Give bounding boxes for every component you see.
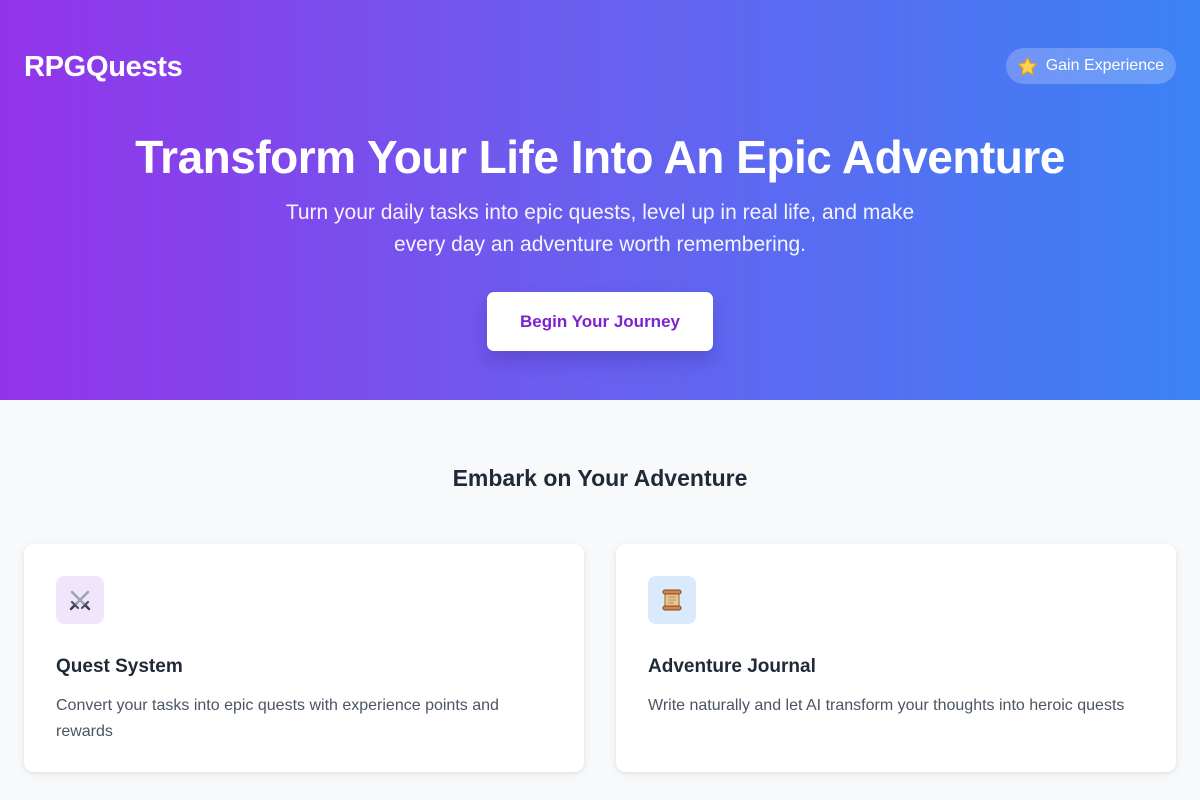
- gain-experience-button[interactable]: Gain Experience: [1005, 48, 1176, 84]
- hero-title: Transform Your Life Into An Epic Adventu…: [135, 131, 1065, 183]
- begin-journey-button[interactable]: Begin Your Journey: [487, 292, 713, 351]
- brand-logo[interactable]: RPGQuests: [24, 49, 183, 85]
- begin-journey-label: Begin Your Journey: [520, 311, 680, 331]
- gain-experience-label: Gain Experience: [1045, 57, 1164, 74]
- scroll-icon: [648, 576, 696, 624]
- star-icon: [1017, 56, 1038, 77]
- feature-card-title: Adventure Journal: [648, 656, 816, 677]
- feature-card-description: Convert your tasks into epic quests with…: [56, 697, 499, 740]
- feature-card-quest-system: Quest System Convert your tasks into epi…: [24, 544, 584, 772]
- hero-subtitle: Turn your daily tasks into epic quests, …: [285, 201, 915, 256]
- feature-card-description: Write naturally and let AI transform you…: [648, 697, 1125, 714]
- crossed-swords-icon: [56, 576, 104, 624]
- feature-card-title: Quest System: [56, 656, 183, 677]
- feature-card-adventure-journal: Adventure Journal Write naturally and le…: [616, 544, 1176, 772]
- features-title: Embark on Your Adventure: [452, 465, 748, 491]
- hero-section: RPGQuests Gain Experience Transform Your…: [0, 0, 1200, 400]
